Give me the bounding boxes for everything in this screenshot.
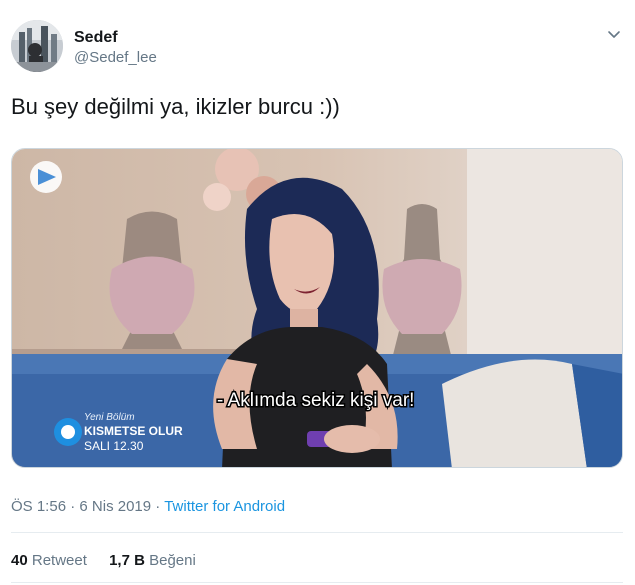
tweet-time[interactable]: ÖS 1:56 bbox=[11, 498, 66, 515]
avatar-image bbox=[11, 20, 63, 72]
tweet-stats: 40 Retweet 1,7 B Beğeni bbox=[11, 551, 214, 571]
chevron-down-icon[interactable] bbox=[606, 28, 622, 42]
user-handle[interactable]: @Sedef_lee bbox=[74, 49, 157, 67]
meta-separator: · bbox=[155, 498, 161, 515]
like-count: 1,7 B bbox=[109, 552, 145, 569]
subtitle-caption: - Aklımda sekiz kişi var! bbox=[217, 390, 414, 411]
user-name[interactable]: Sedef bbox=[74, 29, 118, 47]
tweet-source-link[interactable]: Twitter for Android bbox=[164, 498, 285, 515]
avatar[interactable] bbox=[11, 20, 63, 72]
tweet-media[interactable]: Yeni Bölüm KISMETSE OLUR SALI 12.30 - Ak… bbox=[11, 148, 623, 468]
tv-still-image: Yeni Bölüm KISMETSE OLUR SALI 12.30 - Ak… bbox=[12, 149, 622, 467]
promo-line-2: KISMETSE OLUR bbox=[84, 424, 183, 438]
promo-line-1: Yeni Bölüm bbox=[84, 412, 135, 423]
tweet-date[interactable]: 6 Nis 2019 bbox=[79, 498, 151, 515]
tweet-meta: ÖS 1:56 · 6 Nis 2019 · Twitter for Andro… bbox=[11, 497, 285, 517]
tweet: Sedef @Sedef_lee Bu şey değilmi ya, ikiz… bbox=[0, 0, 635, 585]
like-label: Beğeni bbox=[149, 552, 196, 569]
meta-separator: · bbox=[70, 498, 76, 515]
retweet-count: 40 bbox=[11, 552, 28, 569]
like-stat[interactable]: 1,7 B Beğeni bbox=[109, 551, 196, 571]
divider bbox=[11, 532, 623, 533]
divider bbox=[11, 582, 623, 583]
retweet-stat[interactable]: 40 Retweet bbox=[11, 551, 87, 571]
retweet-label: Retweet bbox=[31, 552, 87, 569]
promo-line-3: SALI 12.30 bbox=[84, 439, 144, 453]
tweet-text: Bu şey değilmi ya, ikizler burcu :)) bbox=[11, 94, 340, 119]
